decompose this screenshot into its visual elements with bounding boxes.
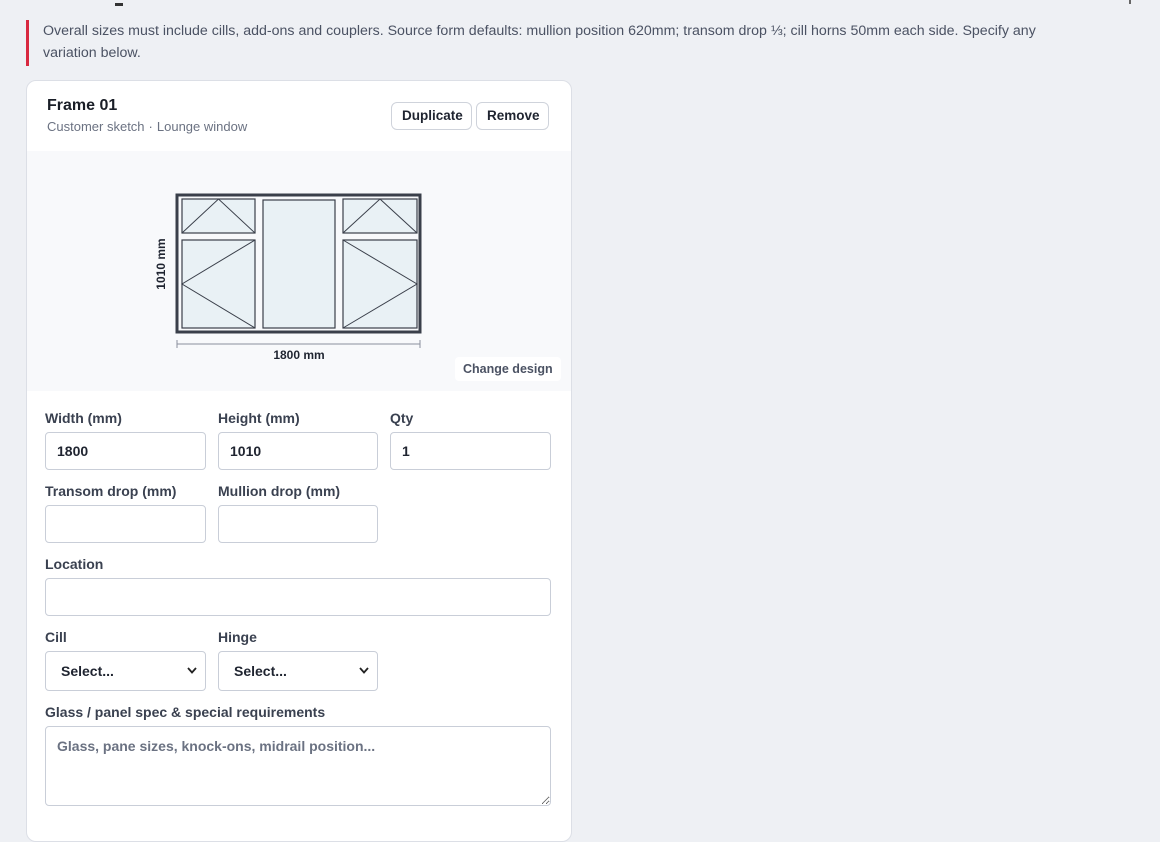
left-top-fanlight-sash	[181, 198, 256, 234]
qty-label: Qty	[390, 410, 414, 426]
remove-button[interactable]: Remove	[476, 102, 549, 130]
window-sketch: 1800 mm 1010 mm	[154, 193, 422, 362]
cill-selected-value: Select...	[61, 663, 114, 679]
left-bottom-casement-sash	[181, 239, 256, 329]
frame-source: Customer sketch	[47, 119, 145, 134]
hinge-selected-value: Select...	[234, 663, 287, 679]
defaults-notice: Overall sizes must include cills, add-on…	[26, 20, 1086, 66]
cill-label: Cill	[45, 629, 67, 645]
right-bottom-casement-sash	[342, 239, 418, 329]
width-label: Width (mm)	[45, 410, 122, 426]
transom-drop-input[interactable]	[45, 505, 206, 543]
height-input[interactable]	[218, 432, 378, 470]
width-input[interactable]	[45, 432, 206, 470]
location-label: Location	[45, 556, 104, 572]
width-dimension-line	[176, 340, 421, 348]
frame-subtitle: Customer sketch · Lounge window	[47, 119, 247, 134]
cill-select[interactable]: Select...	[45, 651, 206, 691]
mullion-drop-input[interactable]	[218, 505, 378, 543]
hinge-label: Hinge	[218, 629, 257, 645]
cropped-heading-fragment	[115, 0, 123, 6]
frame-title: Frame 01	[47, 97, 118, 114]
cropped-control-fragment	[1124, 0, 1131, 4]
frame-subtitle-separator: ·	[148, 119, 153, 134]
location-input[interactable]	[45, 578, 551, 616]
chevron-down-icon	[187, 652, 197, 707]
height-label: Height (mm)	[218, 410, 300, 426]
hinge-select[interactable]: Select...	[218, 651, 378, 691]
center-fixed-pane	[262, 199, 336, 329]
cropped-header	[0, 0, 1160, 6]
window-sketch-panel: 1800 mm 1010 mm Change design	[27, 151, 571, 391]
glass-spec-label: Glass / panel spec & special requirement…	[45, 704, 326, 720]
right-top-fanlight-sash	[342, 198, 418, 234]
defaults-notice-text: Overall sizes must include cills, add-on…	[43, 23, 1036, 61]
height-dimension-label: 1010 mm	[154, 238, 168, 289]
transom-drop-label: Transom drop (mm)	[45, 483, 177, 499]
width-dimension-label: 1800 mm	[273, 348, 324, 362]
frame-room: Lounge window	[156, 119, 248, 134]
glass-spec-textarea[interactable]	[45, 726, 551, 806]
change-design-button[interactable]: Change design	[455, 357, 561, 381]
mullion-drop-label: Mullion drop (mm)	[218, 483, 341, 499]
frame-card-header: Frame 01 Customer sketch · Lounge window D…	[27, 81, 571, 152]
frame-card: Frame 01 Customer sketch · Lounge window D…	[26, 80, 572, 842]
duplicate-button[interactable]: Duplicate	[391, 102, 472, 130]
chevron-down-icon	[359, 652, 369, 707]
qty-input[interactable]	[390, 432, 551, 470]
